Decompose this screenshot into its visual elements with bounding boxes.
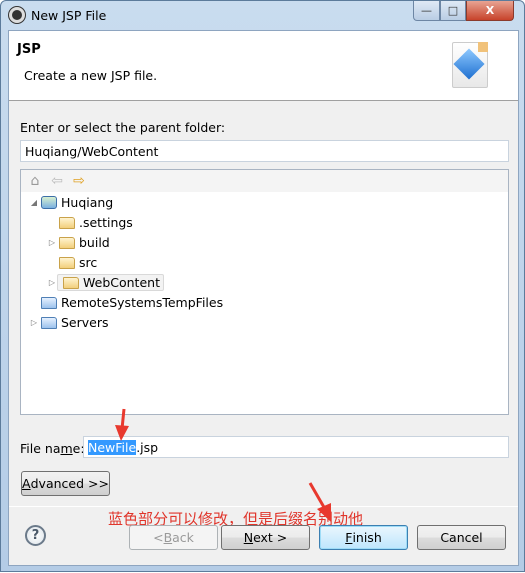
next-button[interactable]: Next > <box>221 525 310 550</box>
folder-tree[interactable]: ⌂ ⇦ ⇨ ◢ Huqiang .settings ▷ build src ▷ Web… <box>20 169 509 528</box>
title-bar: New JSP File — □ X <box>1 1 524 30</box>
tree-item-settings[interactable]: .settings <box>57 213 133 232</box>
back-button[interactable]: < Back <box>129 525 218 550</box>
finish-button[interactable]: Finish <box>319 525 408 550</box>
file-name-input[interactable]: NewFile.jsp <box>83 436 509 458</box>
jsp-file-icon <box>452 42 488 88</box>
tree-item-remotesystemstempfiles[interactable]: RemoteSystemsTempFiles <box>39 293 223 312</box>
back-arrow-icon[interactable]: ⇦ <box>49 173 65 189</box>
tree-item-build[interactable]: ▷ build <box>47 233 110 252</box>
window-title: New JSP File <box>31 8 107 23</box>
tree-item-label: WebContent <box>83 275 160 290</box>
tree-toolbar: ⌂ ⇦ ⇨ <box>21 170 508 192</box>
maximize-button[interactable]: □ <box>440 1 466 21</box>
tree-item-label: Huqiang <box>61 195 114 210</box>
expand-icon[interactable]: ▷ <box>47 238 57 247</box>
cancel-button[interactable]: Cancel <box>417 525 506 550</box>
file-extension: .jsp <box>136 440 159 455</box>
wizard-header: JSP Create a new JSP file. <box>9 31 518 101</box>
eclipse-app-icon <box>9 7 25 23</box>
minimize-button[interactable]: — <box>413 1 440 21</box>
project-folder-icon <box>41 316 57 329</box>
project-icon <box>41 196 57 209</box>
parent-folder-label: Enter or select the parent folder: <box>20 120 226 135</box>
file-name-label: File name: <box>20 441 85 456</box>
dialog-body: JSP Create a new JSP file. Enter or sele… <box>8 30 519 566</box>
folder-icon <box>59 216 75 229</box>
tree-item-label: .settings <box>79 215 133 230</box>
expand-icon[interactable]: ▷ <box>29 318 39 327</box>
tree-item-label: src <box>79 255 98 270</box>
folder-icon <box>63 276 79 289</box>
tree-item-label: Servers <box>61 315 109 330</box>
wizard-description: Create a new JSP file. <box>24 68 158 83</box>
tree-item-servers[interactable]: ▷ Servers <box>29 313 109 332</box>
advanced-button[interactable]: Advanced >> <box>21 471 110 496</box>
dialog-window: New JSP File — □ X JSP Create a new JSP … <box>0 0 525 572</box>
folder-icon <box>59 236 75 249</box>
project-folder-icon <box>41 296 57 309</box>
wizard-title: JSP <box>17 42 41 57</box>
tree-item-huqiang[interactable]: ◢ Huqiang <box>29 193 113 212</box>
tree-item-label: build <box>79 235 110 250</box>
forward-arrow-icon[interactable]: ⇨ <box>71 173 87 189</box>
tree-item-label: RemoteSystemsTempFiles <box>61 295 224 310</box>
help-icon[interactable]: ? <box>25 525 46 546</box>
divider <box>9 506 518 507</box>
tree-item-src[interactable]: src <box>57 253 97 272</box>
expand-icon[interactable]: ▷ <box>47 278 57 287</box>
folder-icon <box>59 256 75 269</box>
parent-folder-input[interactable]: Huqiang/WebContent <box>20 140 509 162</box>
collapse-icon[interactable]: ◢ <box>29 198 39 207</box>
home-icon[interactable]: ⌂ <box>27 173 43 189</box>
tree-item-webcontent[interactable]: ▷ WebContent <box>47 273 164 292</box>
close-button[interactable]: X <box>466 1 514 21</box>
selected-text: NewFile <box>88 440 137 455</box>
